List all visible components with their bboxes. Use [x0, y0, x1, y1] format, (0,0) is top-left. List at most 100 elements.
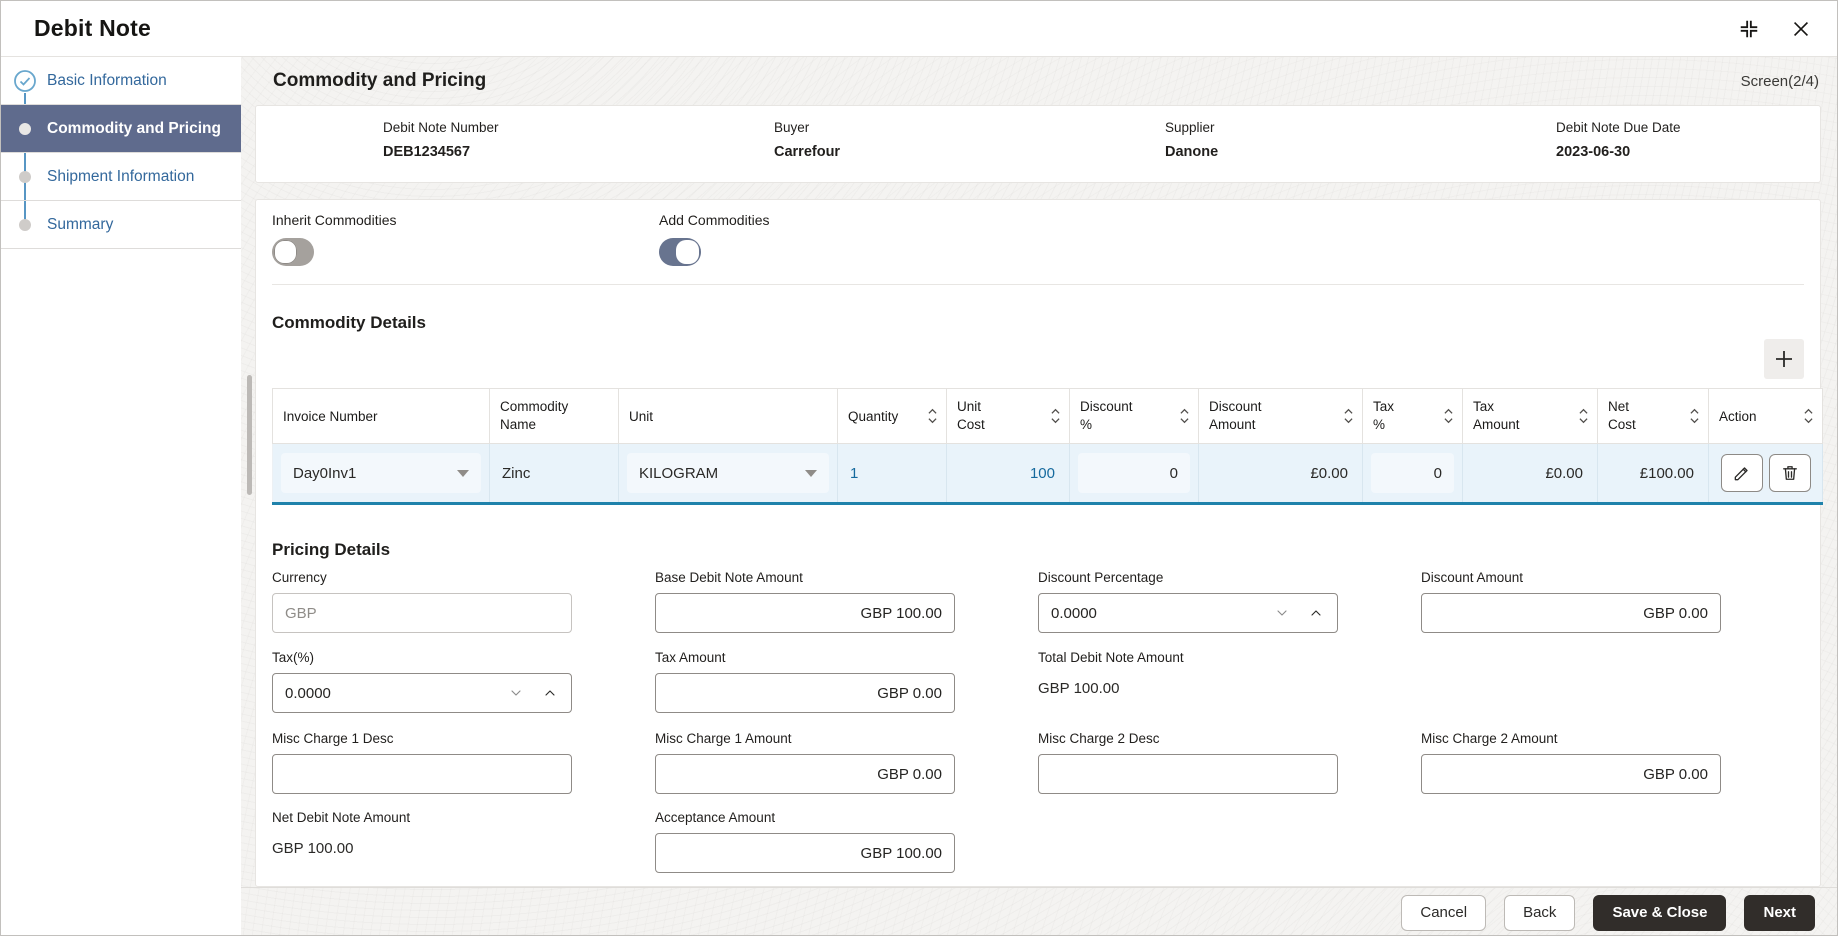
column-header-quantity[interactable]: Quantity — [838, 389, 947, 444]
misc-charge-2-amount-input[interactable] — [1421, 754, 1721, 794]
section-divider — [272, 284, 1804, 285]
debit-note-summary-strip: Debit Note Number DEB1234567 Buyer Carre… — [255, 105, 1821, 183]
sidebar-item-shipment-information[interactable]: Shipment Information — [1, 153, 241, 201]
column-header-tax-amount[interactable]: Tax Amount — [1463, 389, 1598, 444]
increment-chevron-up-icon[interactable] — [536, 673, 564, 713]
table-row: Day0Inv1 Zinc KILOGRAM — [273, 444, 1823, 504]
sidebar-item-summary[interactable]: Summary — [1, 201, 241, 249]
main-panel: Commodity and Pricing Screen(2/4) Debit … — [241, 57, 1837, 936]
back-button[interactable]: Back — [1504, 895, 1575, 931]
decrement-chevron-down-icon[interactable] — [1268, 593, 1296, 633]
tax-amount-input[interactable] — [655, 673, 955, 713]
discount-pct-field[interactable]: 0 — [1078, 453, 1190, 493]
acceptance-amount-label: Acceptance Amount — [655, 810, 1038, 826]
discount-amount-input[interactable] — [1421, 593, 1721, 633]
inherit-commodities-toggle[interactable] — [272, 238, 314, 266]
field-value: Danone — [1165, 144, 1429, 160]
field-label: Supplier — [1165, 120, 1429, 135]
sidebar-item-commodity-and-pricing[interactable]: Commodity and Pricing — [1, 105, 241, 153]
vertical-scrollbar-thumb[interactable] — [247, 375, 252, 495]
debit-note-window: Debit Note Basic Information — [0, 0, 1838, 936]
column-header-net-cost[interactable]: Net Cost — [1598, 389, 1709, 444]
base-amount-input[interactable] — [655, 593, 955, 633]
tax-percentage-label: Tax(%) — [272, 650, 655, 666]
column-header-discount-pct[interactable]: Discount % — [1070, 389, 1199, 444]
net-cost-cell: £100.00 — [1598, 465, 1708, 482]
misc-charge-2-desc-input[interactable] — [1038, 754, 1338, 794]
sort-icon[interactable] — [1343, 407, 1354, 425]
summary-field-supplier: Supplier Danone — [1038, 106, 1429, 182]
sort-icon[interactable] — [1578, 407, 1589, 425]
field-label: Buyer — [774, 120, 1038, 135]
sort-icon[interactable] — [1179, 407, 1190, 425]
acceptance-amount-input[interactable] — [655, 833, 955, 873]
column-header-unit: Unit — [619, 389, 838, 444]
chevron-down-icon — [805, 470, 817, 477]
sort-icon[interactable] — [1803, 407, 1814, 425]
save-and-close-button[interactable]: Save & Close — [1593, 895, 1726, 931]
misc-charge-2-amount-label: Misc Charge 2 Amount — [1421, 731, 1804, 747]
base-amount-label: Base Debit Note Amount — [655, 570, 1038, 586]
field-label: Debit Note Due Date — [1556, 120, 1820, 135]
discount-percentage-label: Discount Percentage — [1038, 570, 1421, 586]
unit-select[interactable]: KILOGRAM — [627, 453, 829, 493]
step-label: Summary — [47, 216, 113, 234]
total-amount-group: Total Debit Note Amount GBP 100.00 — [1038, 650, 1421, 713]
increment-chevron-up-icon[interactable] — [1302, 593, 1330, 633]
misc-charge-1-amount-label: Misc Charge 1 Amount — [655, 731, 1038, 747]
summary-field-due-date: Debit Note Due Date 2023-06-30 — [1429, 106, 1820, 182]
title-bar: Debit Note — [1, 1, 1837, 57]
sort-icon[interactable] — [927, 407, 938, 425]
field-value: Carrefour — [774, 144, 1038, 160]
commodity-name-cell: Zinc — [490, 465, 618, 482]
column-header-tax-pct[interactable]: Tax % — [1363, 389, 1463, 444]
currency-group: Currency — [272, 570, 655, 633]
misc-charge-2-desc-label: Misc Charge 2 Desc — [1038, 731, 1421, 747]
tax-amount-group: Tax Amount — [655, 650, 1038, 713]
field-label: Debit Note Number — [383, 120, 647, 135]
misc-charge-2-amount-group: Misc Charge 2 Amount — [1421, 731, 1804, 794]
misc-charge-1-desc-input[interactable] — [272, 754, 572, 794]
column-header-action[interactable]: Action — [1709, 389, 1823, 444]
discount-amount-label: Discount Amount — [1421, 570, 1804, 586]
collapse-icon — [1738, 18, 1760, 40]
misc-charge-1-desc-group: Misc Charge 1 Desc — [272, 731, 655, 794]
column-header-discount-amount[interactable]: Discount Amount — [1199, 389, 1363, 444]
step-label: Shipment Information — [47, 168, 194, 186]
collapse-icon[interactable] — [1737, 17, 1761, 41]
completed-check-icon — [13, 69, 37, 93]
commodity-details-table: Invoice Number Commodity Name Unit Quant… — [272, 388, 1823, 505]
misc-charge-1-amount-group: Misc Charge 1 Amount — [655, 731, 1038, 794]
cancel-button[interactable]: Cancel — [1401, 895, 1486, 931]
wizard-stepper: Basic Information Commodity and Pricing … — [1, 57, 241, 936]
column-header-invoice-number: Invoice Number — [273, 389, 490, 444]
delete-row-button[interactable] — [1769, 454, 1811, 492]
invoice-number-select[interactable]: Day0Inv1 — [281, 453, 481, 493]
field-value: 2023-06-30 — [1556, 144, 1820, 160]
column-header-commodity-name: Commodity Name — [490, 389, 619, 444]
decrement-chevron-down-icon[interactable] — [502, 673, 530, 713]
sort-icon[interactable] — [1050, 407, 1061, 425]
close-icon[interactable] — [1789, 17, 1813, 41]
tax-percentage-group: Tax(%) — [272, 650, 655, 713]
quantity-field[interactable]: 1 — [838, 465, 946, 482]
base-amount-group: Base Debit Note Amount — [655, 570, 1038, 633]
sidebar-item-basic-information[interactable]: Basic Information — [1, 57, 241, 105]
total-amount-label: Total Debit Note Amount — [1038, 650, 1421, 666]
edit-row-button[interactable] — [1721, 454, 1763, 492]
tax-pct-field[interactable]: 0 — [1371, 453, 1454, 493]
sort-icon[interactable] — [1443, 407, 1454, 425]
step-label: Basic Information — [47, 72, 167, 90]
column-header-unit-cost[interactable]: Unit Cost — [947, 389, 1070, 444]
window-title: Debit Note — [34, 15, 151, 42]
misc-charge-1-amount-input[interactable] — [655, 754, 955, 794]
currency-input[interactable] — [272, 593, 572, 633]
unit-cost-field[interactable]: 100 — [947, 465, 1069, 482]
table-header-row: Invoice Number Commodity Name Unit Quant… — [273, 389, 1823, 444]
pencil-icon — [1732, 463, 1752, 483]
add-commodities-toggle[interactable] — [659, 238, 701, 266]
next-button[interactable]: Next — [1744, 895, 1815, 931]
page-title: Commodity and Pricing — [273, 70, 486, 92]
add-commodity-row-button[interactable] — [1764, 339, 1804, 379]
sort-icon[interactable] — [1689, 407, 1700, 425]
